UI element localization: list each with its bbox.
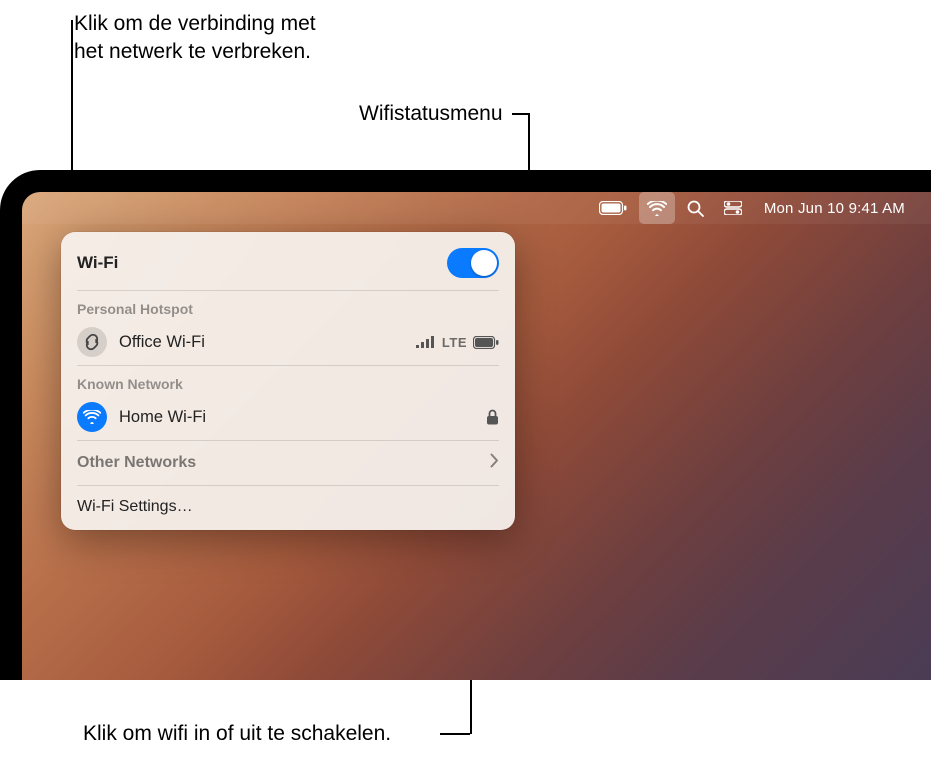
desktop-screen: Mon Jun 10 9:41 AM Wi-Fi Personal Hotspo… bbox=[22, 192, 931, 680]
known-section-label: Known Network bbox=[61, 368, 515, 396]
other-networks-row[interactable]: Other Networks bbox=[61, 443, 515, 483]
callout-toggle-line-h bbox=[440, 733, 470, 735]
wifi-status-icon[interactable] bbox=[639, 192, 675, 224]
wifi-settings-row[interactable]: Wi-Fi Settings… bbox=[61, 488, 515, 524]
chevron-right-icon bbox=[490, 453, 499, 473]
callout-statusmenu-line-h bbox=[512, 113, 529, 115]
lock-icon bbox=[486, 409, 499, 425]
hotspot-meta: LTE bbox=[416, 335, 499, 350]
lte-label: LTE bbox=[442, 335, 467, 350]
known-network-name: Home Wi-Fi bbox=[119, 408, 474, 427]
callout-disconnect-label: Klik om de verbinding met het netwerk te… bbox=[74, 10, 316, 67]
wifi-title: Wi-Fi bbox=[77, 253, 118, 273]
callout-toggle-label: Klik om wifi in of uit te schakelen. bbox=[83, 720, 391, 748]
divider bbox=[77, 290, 499, 291]
cell-signal-icon bbox=[416, 335, 436, 349]
control-center-icon[interactable] bbox=[716, 192, 750, 224]
wifi-toggle[interactable] bbox=[447, 248, 499, 278]
battery-status-icon[interactable] bbox=[591, 192, 635, 224]
menu-bar: Mon Jun 10 9:41 AM bbox=[22, 192, 931, 224]
hotspot-link-icon bbox=[77, 327, 107, 357]
known-meta bbox=[486, 409, 499, 425]
divider bbox=[77, 440, 499, 441]
known-network-row[interactable]: Home Wi-Fi bbox=[61, 396, 515, 438]
spotlight-search-icon[interactable] bbox=[679, 192, 712, 224]
hotspot-battery-icon bbox=[473, 336, 499, 349]
wifi-menu-panel: Wi-Fi Personal Hotspot Office Wi-Fi bbox=[61, 232, 515, 530]
wifi-toggle-knob bbox=[471, 250, 497, 276]
hotspot-section-label: Personal Hotspot bbox=[61, 293, 515, 321]
laptop-bezel: Mon Jun 10 9:41 AM Wi-Fi Personal Hotspo… bbox=[0, 170, 931, 680]
menu-bar-clock[interactable]: Mon Jun 10 9:41 AM bbox=[754, 192, 913, 224]
wifi-title-row: Wi-Fi bbox=[61, 238, 515, 288]
callout-statusmenu-label: Wifistatusmenu bbox=[359, 100, 503, 128]
wifi-settings-label: Wi-Fi Settings… bbox=[77, 498, 193, 515]
divider bbox=[77, 365, 499, 366]
other-networks-label: Other Networks bbox=[77, 454, 196, 472]
hotspot-network-name: Office Wi-Fi bbox=[119, 333, 404, 352]
hotspot-network-row[interactable]: Office Wi-Fi LTE bbox=[61, 321, 515, 363]
wifi-connected-icon bbox=[77, 402, 107, 432]
divider bbox=[77, 485, 499, 486]
